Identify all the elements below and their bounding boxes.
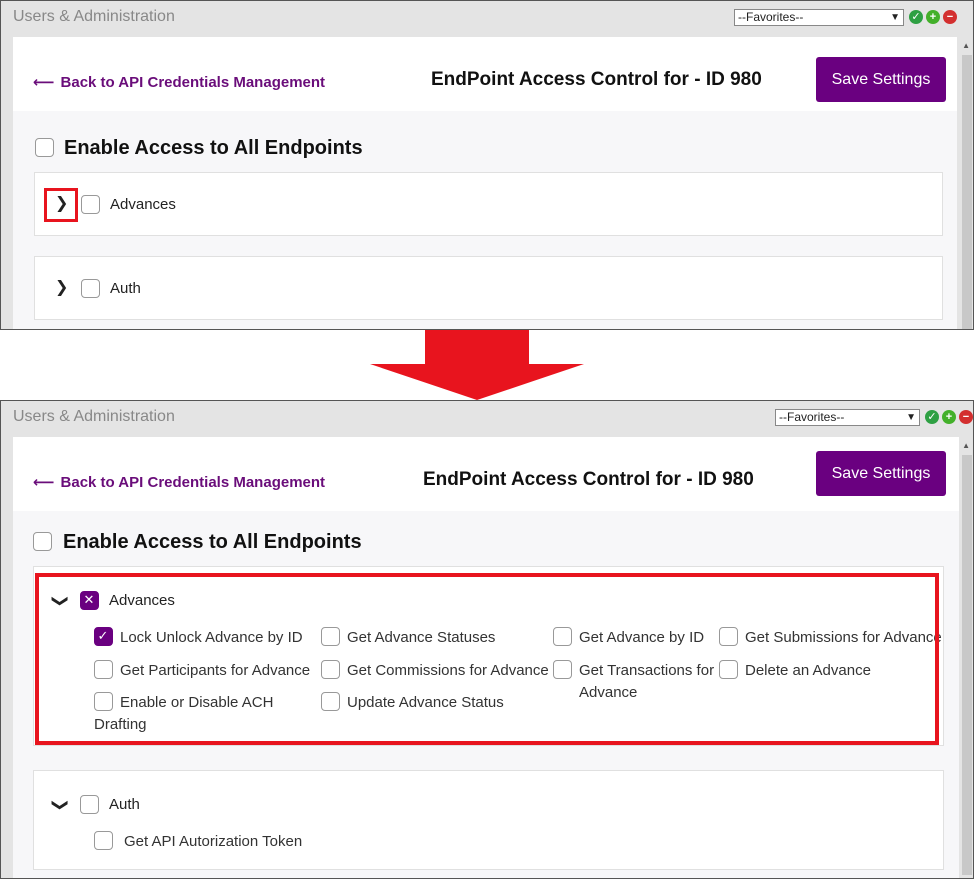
app-title: Users & Administration: [13, 408, 175, 425]
group-auth: ❯ Auth: [34, 256, 943, 320]
header-row: ⟵ Back to API Credentials Management EndP…: [13, 37, 957, 111]
chevron-down-icon: ▼: [890, 12, 900, 23]
group-auth-label: Auth: [110, 280, 141, 297]
arrow-down-icon: [370, 330, 584, 400]
back-link[interactable]: ⟵ Back to API Credentials Management: [33, 73, 325, 91]
app-title: Users & Administration: [13, 8, 175, 25]
enable-all-checkbox[interactable]: [35, 138, 54, 157]
favorites-value: --Favorites--: [779, 410, 845, 424]
page-title: EndPoint Access Control for - ID 980: [423, 469, 754, 490]
back-link-label: Back to API Credentials Management: [60, 74, 326, 91]
content-area: ⟵ Back to API Credentials Management EndP…: [13, 37, 957, 329]
chevron-down-icon[interactable]: ❯: [51, 798, 71, 811]
scroll-up-icon[interactable]: ▲: [962, 441, 970, 450]
save-settings-button[interactable]: Save Settings: [816, 451, 946, 496]
page-title: EndPoint Access Control for - ID 980: [431, 69, 762, 90]
endpoint-item[interactable]: Get API Autorization Token: [94, 831, 394, 853]
before-window: Users & Administration --Favorites-- ▼ ✓ …: [0, 0, 974, 330]
add-icon[interactable]: +: [926, 10, 940, 24]
confirm-icon[interactable]: ✓: [925, 410, 939, 424]
group-advances: ❯ Advances: [34, 172, 943, 236]
favorites-select[interactable]: --Favorites-- ▼: [775, 409, 920, 426]
save-settings-button[interactable]: Save Settings: [816, 57, 946, 102]
scroll-thumb[interactable]: [962, 455, 972, 875]
enable-all-label: Enable Access to All Endpoints: [64, 137, 363, 159]
add-icon[interactable]: +: [942, 410, 956, 424]
arrow-left-icon: ⟵: [33, 474, 55, 491]
back-link-label: Back to API Credentials Management: [60, 474, 326, 491]
scroll-thumb[interactable]: [962, 55, 972, 329]
group-auth-label: Auth: [109, 796, 140, 813]
window-toolbar: Users & Administration --Favorites-- ▼ ✓ …: [1, 401, 973, 435]
header-row: ⟵ Back to API Credentials Management EndP…: [13, 437, 959, 511]
highlight-box: [44, 188, 78, 222]
scroll-up-icon[interactable]: ▲: [962, 41, 970, 50]
favorites-select[interactable]: --Favorites-- ▼: [734, 9, 904, 26]
group-advances-checkbox[interactable]: [81, 195, 100, 214]
chevron-right-icon[interactable]: ❯: [55, 277, 68, 297]
enable-all-label: Enable Access to All Endpoints: [63, 531, 362, 553]
scrollbar[interactable]: ▲: [959, 37, 973, 329]
highlight-box: [35, 573, 939, 745]
scrollbar[interactable]: ▲: [959, 437, 973, 878]
endpoint-label: Get API Autorization Token: [124, 833, 303, 850]
back-link[interactable]: ⟵ Back to API Credentials Management: [33, 473, 325, 491]
chevron-down-icon: ▼: [906, 412, 916, 423]
group-auth-checkbox[interactable]: [80, 795, 99, 814]
remove-icon[interactable]: −: [959, 410, 973, 424]
arrow-left-icon: ⟵: [33, 74, 55, 91]
group-auth: ❯ Auth Get API Autorization Token: [33, 770, 944, 870]
enable-all-checkbox[interactable]: [33, 532, 52, 551]
group-advances-label: Advances: [110, 196, 176, 213]
group-auth-checkbox[interactable]: [81, 279, 100, 298]
favorites-value: --Favorites--: [738, 10, 804, 24]
remove-icon[interactable]: −: [943, 10, 957, 24]
after-window: Users & Administration --Favorites-- ▼ ✓ …: [0, 400, 974, 879]
endpoint-checkbox[interactable]: [94, 831, 113, 850]
window-toolbar: Users & Administration --Favorites-- ▼ ✓ …: [1, 1, 973, 35]
confirm-icon[interactable]: ✓: [909, 10, 923, 24]
